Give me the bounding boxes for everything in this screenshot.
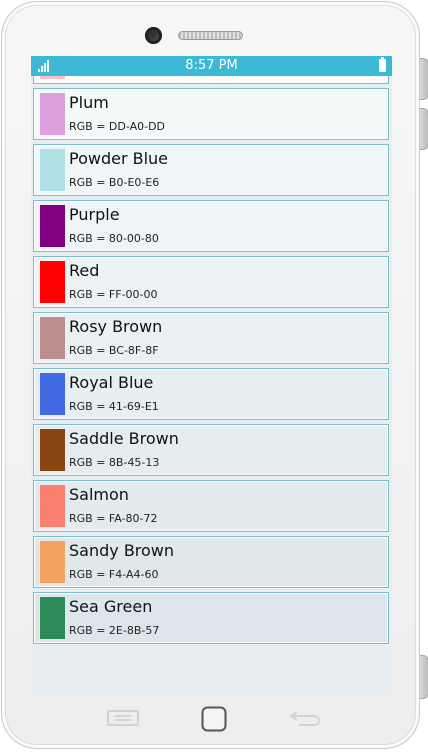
list-item[interactable]: Salmon RGB = FA-80-72 [33,480,389,532]
list-item[interactable]: Rosy Brown RGB = BC-8F-8F [33,312,389,364]
screen: 8:57 PM PinkRGB = FF-C0-CB Plum RGB = DD-A… [31,56,392,696]
color-swatch [40,205,65,247]
color-swatch [40,429,65,471]
color-name: Royal Blue [69,373,154,392]
color-rgb-value: RGB = F4-A4-60 [69,568,159,581]
color-swatch [40,485,65,527]
color-rgb-value: RGB = DD-A0-DD [69,120,166,133]
battery-icon [379,57,386,72]
camera-icon [145,27,162,44]
color-rgb-value: RGB = BC-8F-8F [69,344,159,357]
menu-icon[interactable] [107,710,139,726]
color-rgb-value: RGB = FF-C0-CB [69,76,159,77]
color-name: Sea Green [69,597,153,616]
list-item[interactable]: Sandy Brown RGB = F4-A4-60 [33,536,389,588]
status-time: 8:57 PM [185,58,238,73]
color-name: Powder Blue [69,149,169,168]
list-item[interactable]: Saddle Brown RGB = 8B-45-13 [33,424,389,476]
color-name: Salmon [69,485,129,504]
power-button[interactable] [420,655,428,699]
color-swatch [40,541,65,583]
list-item[interactable]: Sea Green RGB = 2E-8B-57 [33,592,389,644]
color-swatch [40,76,65,79]
color-list[interactable]: PinkRGB = FF-C0-CB Plum RGB = DD-A0-DD Powd… [31,76,392,696]
color-swatch [40,93,65,135]
color-rgb-value: RGB = 8B-45-13 [69,456,160,469]
home-icon[interactable] [201,706,227,732]
color-name: Plum [69,93,109,112]
list-item[interactable]: Red RGB = FF-00-00 [33,256,389,308]
volume-up-button[interactable] [420,58,428,100]
volume-down-button[interactable] [420,108,428,150]
list-item[interactable]: PinkRGB = FF-C0-CB [33,76,389,84]
color-swatch [40,373,65,415]
color-rgb-value: RGB = FA-80-72 [69,512,158,525]
list-item[interactable]: Royal Blue RGB = 41-69-E1 [33,368,389,420]
color-name: Rosy Brown [69,317,163,336]
color-rgb-value: RGB = 41-69-E1 [69,400,159,413]
color-swatch [40,317,65,359]
color-name: Sandy Brown [69,541,175,560]
color-name: Red [69,261,100,280]
list-item[interactable]: Plum RGB = DD-A0-DD [33,88,389,140]
color-rgb-value: RGB = FF-00-00 [69,288,158,301]
color-swatch [40,597,65,639]
list-item[interactable]: Powder Blue RGB = B0-E0-E6 [33,144,389,196]
color-swatch [40,149,65,191]
color-name: Purple [69,205,120,224]
color-name: Saddle Brown [69,429,179,448]
color-swatch [40,261,65,303]
nav-bar [31,696,392,740]
color-rgb-value: RGB = B0-E0-E6 [69,176,160,189]
color-rgb-value: RGB = 2E-8B-57 [69,624,160,637]
list-item[interactable]: Purple RGB = 80-00-80 [33,200,389,252]
back-icon[interactable] [289,709,321,727]
status-bar: 8:57 PM [31,56,392,76]
color-rgb-value: RGB = 80-00-80 [69,232,159,245]
speaker-grille [178,31,243,40]
